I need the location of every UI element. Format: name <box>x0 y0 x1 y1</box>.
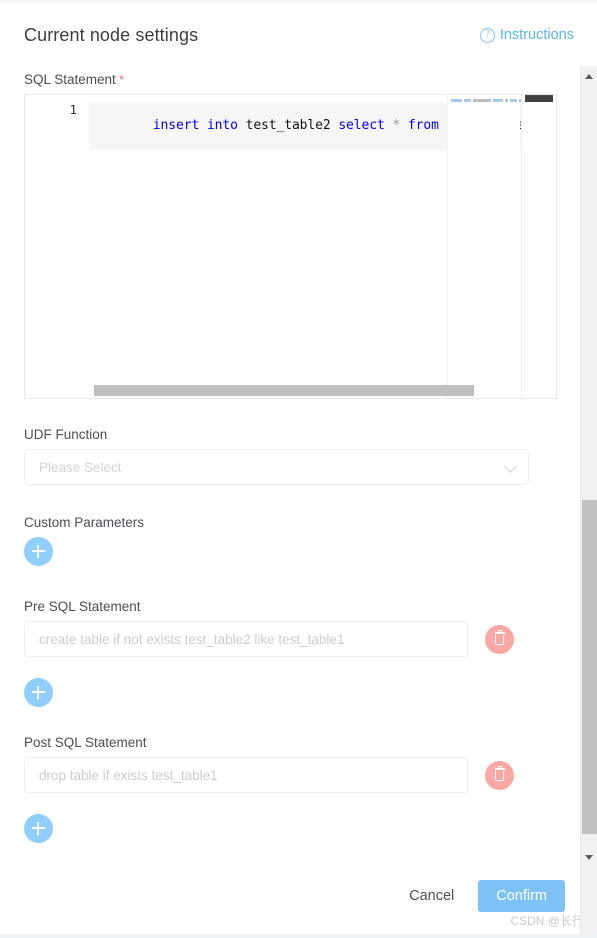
editor-vertical-scrollbar[interactable] <box>521 95 556 398</box>
post-sql-row: drop table if exists test_table1 <box>24 757 569 793</box>
post-sql-add-button[interactable] <box>24 814 53 843</box>
post-sql-statement-label: Post SQL Statement <box>24 735 147 750</box>
plus-icon <box>32 686 45 699</box>
page-scrollbar[interactable] <box>580 66 597 938</box>
cancel-button[interactable]: Cancel <box>399 882 464 910</box>
line-number: 1 <box>69 102 77 117</box>
sql-token-space1 <box>199 118 207 133</box>
dialog-screen: Current node settings ? Instructions SQL… <box>0 0 597 938</box>
post-sql-input[interactable]: drop table if exists test_table1 <box>24 757 468 793</box>
confirm-button[interactable]: Confirm <box>478 880 565 912</box>
editor-minimap[interactable] <box>447 95 537 398</box>
sql-code-editor[interactable]: 1 insert into test_table2 select * from … <box>24 94 557 399</box>
custom-parameters-add-button[interactable] <box>24 537 53 566</box>
top-divider <box>0 0 597 3</box>
udf-function-label: UDF Function <box>24 427 108 442</box>
sql-token-table2: test_table2 <box>237 118 339 133</box>
instructions-label: Instructions <box>499 27 574 43</box>
question-circle-icon: ? <box>479 27 495 43</box>
pre-sql-row: create table if not exists test_table2 l… <box>24 621 569 657</box>
instructions-link[interactable]: ? Instructions <box>479 27 574 43</box>
sql-token-space3 <box>400 118 408 133</box>
pre-sql-statement-label: Pre SQL Statement <box>24 599 141 614</box>
sql-token-keyword-4: from <box>407 118 439 133</box>
editor-horizontal-scrollbar[interactable] <box>25 383 556 398</box>
pre-sql-input[interactable]: create table if not exists test_table2 l… <box>24 621 468 657</box>
editor-horizontal-scroll-thumb[interactable] <box>94 385 474 396</box>
dialog-header: Current node settings ? Instructions <box>24 18 574 52</box>
required-asterisk: * <box>118 72 124 87</box>
plus-icon <box>32 822 45 835</box>
sql-token-keyword: insert <box>152 118 200 133</box>
bottom-divider <box>0 934 597 938</box>
pre-sql-add-button[interactable] <box>24 678 53 707</box>
sql-statement-label-text: SQL Statement <box>24 72 116 87</box>
chevron-down-icon <box>504 460 517 473</box>
udf-function-select[interactable]: Please Select <box>24 449 529 485</box>
dialog-footer: Cancel Confirm <box>399 880 565 912</box>
trash-icon <box>494 630 506 646</box>
pre-sql-delete-button[interactable] <box>485 624 514 654</box>
sql-statement-label: SQL Statement * <box>24 72 569 87</box>
sql-token-star: * <box>392 118 401 133</box>
plus-icon <box>32 545 45 558</box>
editor-gutter: 1 <box>25 95 87 398</box>
scroll-up-arrow-icon[interactable] <box>581 68 597 85</box>
page-title: Current node settings <box>24 24 199 45</box>
watermark: CSDN @长行 <box>510 914 584 928</box>
trash-icon <box>494 766 506 782</box>
sql-token-keyword-3: select <box>338 118 385 133</box>
page-scroll-thumb[interactable] <box>582 500 597 834</box>
form-area: SQL Statement * 1 insert into test_table2… <box>24 72 569 843</box>
sql-token-keyword-2: into <box>206 118 238 133</box>
scroll-down-arrow-icon[interactable] <box>581 849 597 866</box>
custom-parameters-label: Custom Parameters <box>24 515 145 530</box>
udf-function-placeholder: Please Select <box>39 459 122 475</box>
editor-vertical-scroll-thumb[interactable] <box>525 95 553 102</box>
post-sql-delete-button[interactable] <box>485 760 514 790</box>
